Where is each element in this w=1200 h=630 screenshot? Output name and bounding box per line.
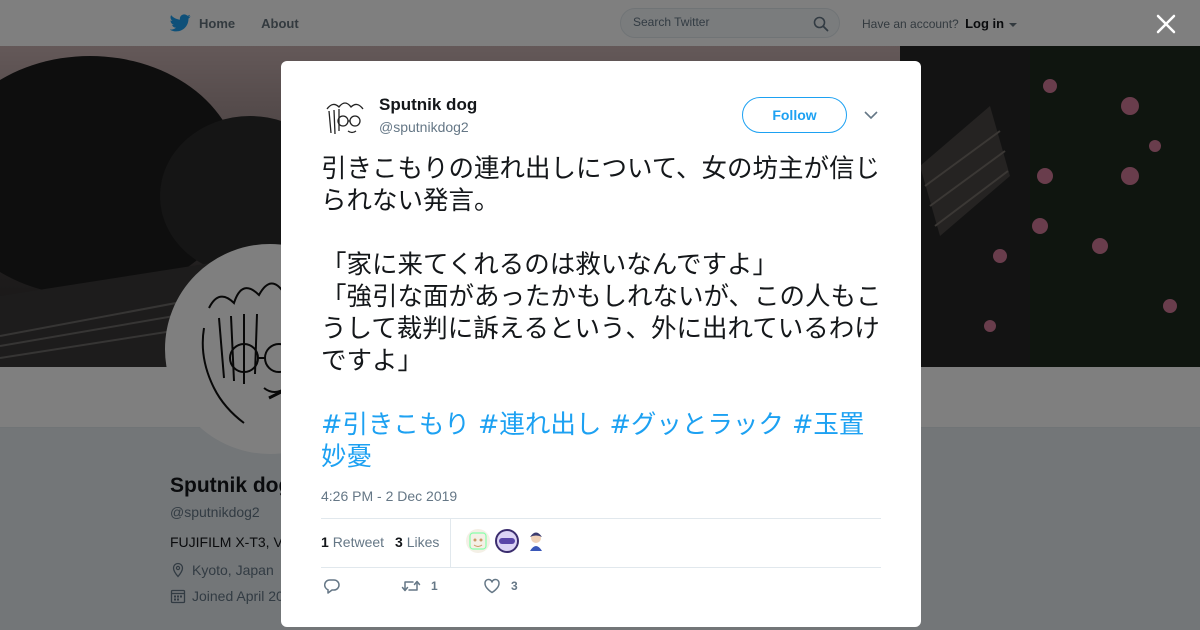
- like-action-count: 3: [511, 579, 518, 593]
- like-count: 3: [395, 534, 403, 550]
- retweet-stat-label: Retweet: [332, 534, 385, 550]
- hashtag-link[interactable]: #引きこもり: [321, 410, 470, 440]
- tweet-stats: 1 Retweet 3 Likes: [321, 518, 881, 568]
- liker-avatar[interactable]: [466, 529, 490, 553]
- author-avatar[interactable]: [321, 95, 369, 143]
- reply-button[interactable]: [323, 577, 341, 595]
- liker-avatar[interactable]: [524, 529, 548, 553]
- tweet-text: 引きこもりの連れ出しについて、女の坊主が信じられない発言。 「家に来てくれるのは…: [321, 154, 882, 376]
- tweet-timestamp[interactable]: 4:26 PM - 2 Dec 2019: [321, 488, 457, 504]
- close-icon[interactable]: [1154, 12, 1178, 36]
- retweet-icon: [401, 580, 421, 592]
- heart-icon: [484, 578, 500, 594]
- retweet-stat[interactable]: 1 Retweet: [321, 534, 384, 550]
- liker-avatar[interactable]: [495, 529, 519, 553]
- chevron-down-icon[interactable]: [863, 109, 879, 121]
- tweet-modal: Sputnik dog @sputnikdog2 Follow 引きこもりの連れ…: [281, 61, 921, 627]
- retweet-action-count: 1: [431, 579, 438, 593]
- stats-divider: [450, 519, 451, 567]
- author-name[interactable]: Sputnik dog: [379, 95, 477, 115]
- liker-avatar-image: [466, 529, 490, 553]
- retweet-count: 1: [321, 534, 329, 550]
- author-handle[interactable]: @sputnikdog2: [379, 119, 469, 135]
- likes-stat-label: Likes: [406, 534, 440, 550]
- liker-avatar-image: [524, 529, 548, 553]
- tweet-hashtags: #引きこもり #連れ出し #グッとラック #玉置妙憂: [321, 409, 881, 473]
- liker-avatars: [466, 529, 548, 553]
- hashtag-link[interactable]: #連れ出し: [478, 410, 601, 440]
- likes-stat[interactable]: 3 Likes: [395, 534, 439, 550]
- tweet-actions: 1 3: [321, 577, 881, 597]
- hashtag-link[interactable]: #グッとラック: [609, 410, 783, 440]
- retweet-button[interactable]: 1: [401, 577, 438, 595]
- reply-icon: [323, 579, 340, 594]
- author-avatar-drawing: [321, 95, 369, 143]
- liker-avatar-image: [495, 529, 519, 553]
- follow-button[interactable]: Follow: [742, 97, 847, 133]
- like-button[interactable]: 3: [483, 577, 518, 595]
